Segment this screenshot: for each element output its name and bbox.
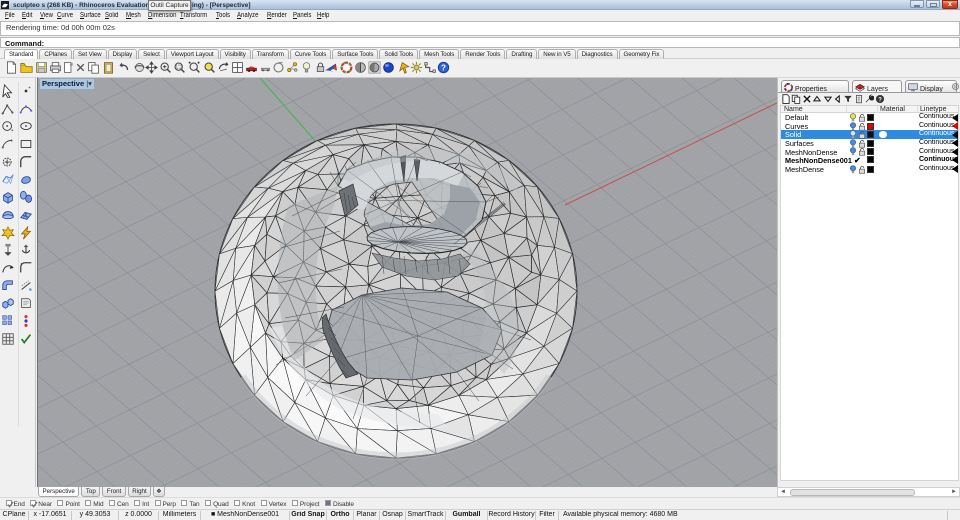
svg-text:?: ? [441, 63, 446, 72]
svg-text:?: ? [878, 97, 882, 103]
